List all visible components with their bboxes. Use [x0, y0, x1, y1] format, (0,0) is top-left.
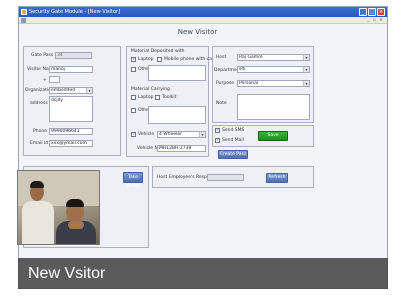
host-response-field [207, 174, 244, 181]
carry-other-field[interactable] [148, 106, 206, 124]
form-title: New Visitor [177, 28, 218, 36]
app-icon [21, 9, 27, 15]
save-button[interactable]: Save [258, 131, 288, 141]
email-label: Email Id [30, 141, 49, 146]
checkbox-icon [131, 95, 136, 100]
material-carrying-title: Material Carrying [131, 87, 170, 92]
host-label: Host [216, 55, 227, 60]
refresh-button[interactable]: Refresh [266, 173, 288, 183]
visitor-extra-field[interactable] [49, 76, 60, 83]
window-title: Security Gate Module - [New Visitor] [29, 9, 121, 15]
photo-person-left-hair [30, 181, 44, 188]
vehicle-no-field[interactable]: MH12BH 2739 [157, 145, 206, 152]
vehicle-checkbox[interactable]: ✓ Vehicle [131, 132, 154, 137]
address-field[interactable]: dcjdy [49, 96, 93, 122]
chevron-down-icon: ▾ [86, 88, 92, 93]
note-field[interactable] [237, 94, 310, 120]
minimize-icon[interactable]: _ [359, 8, 367, 16]
checkbox-checked-icon: ✓ [131, 132, 136, 137]
checkbox-icon [157, 57, 162, 62]
carry-toolkit-checkbox[interactable]: Toolkit [155, 95, 176, 100]
email-field[interactable]: xxx@ymail.com [49, 140, 93, 147]
send-sms-checkbox[interactable]: ✓ Send SMS [215, 128, 244, 133]
gate-pass-field: 34 [55, 52, 92, 59]
materials-panel [126, 46, 209, 157]
mdi-child-controls[interactable]: _ ▫ × [367, 17, 384, 24]
chevron-down-icon: ▾ [303, 81, 309, 86]
checkbox-icon [155, 95, 160, 100]
address-label: address [30, 101, 48, 106]
checkbox-icon [131, 67, 136, 72]
take-photo-button[interactable]: Take Photo [123, 172, 143, 189]
send-mail-checkbox[interactable]: ✓ Send Mail [215, 138, 244, 143]
create-pass-button[interactable]: Create Pass [218, 150, 248, 159]
deposit-other-field[interactable] [148, 65, 206, 81]
organization-select[interactable]: embedded ▾ [49, 87, 93, 94]
chevron-down-icon: ▾ [199, 132, 205, 137]
visitor-photo [17, 170, 100, 245]
caption-banner: New Vsitor [18, 258, 388, 289]
mdi-bar: _ ▫ × [19, 17, 387, 24]
plus-label: + [43, 78, 47, 83]
mdi-child-icon[interactable] [21, 18, 26, 23]
purpose-label: Purpose [216, 81, 235, 86]
deposit-laptop-checkbox[interactable]: ✓ Laptop [131, 57, 154, 62]
vehicle-type-select[interactable]: 4 Wheeler ▾ [157, 131, 206, 138]
material-deposit-title: Material Deposited with [131, 49, 185, 54]
chevron-down-icon: ▾ [303, 67, 309, 72]
close-icon[interactable]: × [377, 8, 385, 16]
checkbox-checked-icon: ✓ [215, 138, 220, 143]
chevron-down-icon: ▾ [303, 55, 309, 60]
purpose-select[interactable]: Personal ▾ [237, 80, 310, 87]
title-bar: Security Gate Module - [New Visitor] _ □… [19, 7, 387, 17]
carry-laptop-checkbox[interactable]: Laptop [131, 95, 154, 100]
photo-person-left-body [22, 201, 54, 244]
host-select[interactable]: Raj Gamre ▾ [237, 54, 310, 61]
maximize-icon[interactable]: □ [368, 8, 376, 16]
window-controls: _ □ × [359, 8, 385, 16]
visitor-name-field[interactable]: manoj [49, 66, 93, 73]
checkbox-checked-icon: ✓ [131, 57, 136, 62]
department-select[interactable]: sdi ▾ [237, 66, 310, 73]
checkbox-icon [131, 108, 136, 113]
photo-person-right-hands [68, 221, 84, 229]
phone-label: Phone [33, 129, 47, 134]
phone-field[interactable]: 9990096641 [49, 128, 93, 135]
checkbox-checked-icon: ✓ [215, 128, 220, 133]
note-label: Note [216, 101, 227, 106]
photo-person-right-hair [66, 199, 84, 207]
